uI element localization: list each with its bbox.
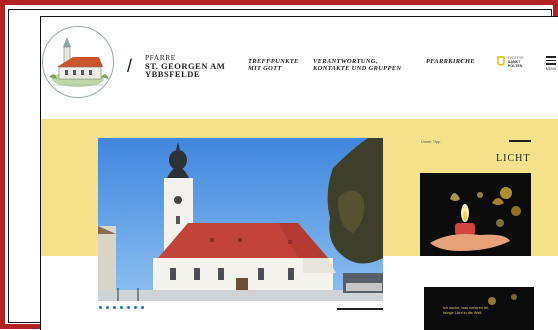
nav-label-line2: MIT GOTT — [248, 65, 282, 72]
slider-dot[interactable] — [120, 306, 123, 309]
nav-label-line1: PFARRKIRCHE — [426, 58, 475, 65]
aside-title[interactable]: LICHT — [496, 153, 530, 164]
church-drawing-icon — [44, 28, 112, 96]
menu-label: MENÜ — [545, 66, 557, 71]
diocese-mark-icon — [497, 56, 505, 66]
brand-line-3: YBBSFELDE — [145, 69, 201, 79]
nav-pfarrkirche[interactable]: PFARRKIRCHE — [426, 58, 475, 65]
nav-label-line1: VERANTWORTUNG, — [313, 58, 378, 65]
quote-card[interactable]: Ich suche, was verloren ist, bringe Lich… — [424, 287, 534, 330]
webpage: / PFARRE ST. GEORGEN AM YBBSFELDE TREFFP… — [40, 16, 558, 330]
slider-dot[interactable] — [134, 306, 137, 309]
slider-dot[interactable] — [106, 306, 109, 309]
hamburger-bar — [546, 59, 556, 62]
slider-dot[interactable] — [127, 306, 130, 309]
slider-progress-line — [337, 308, 383, 310]
slider-dot[interactable] — [99, 306, 102, 309]
aside-label: Unser Tipp — [421, 139, 441, 144]
slider-dot[interactable] — [141, 306, 144, 309]
candle-card[interactable] — [420, 173, 531, 256]
slider-dots — [99, 306, 144, 309]
parish-logo[interactable] — [42, 26, 114, 98]
nav-label-line1: TREFFPUNKTE — [248, 58, 299, 65]
diocese-line-3: PÖLTEN — [508, 64, 523, 68]
aside-divider — [509, 140, 531, 142]
hamburger-bar — [546, 63, 556, 65]
nav-verantwortung[interactable]: VERANTWORTUNG, KONTAKTE UND GRUPPEN — [313, 58, 401, 72]
menu-button[interactable]: MENÜ — [544, 56, 558, 71]
church-photo-image — [98, 138, 383, 301]
hero-church-photo[interactable] — [98, 138, 383, 301]
brand-divider: / — [127, 56, 133, 76]
nav-treffpunkte[interactable]: TREFFPUNKTE MIT GOTT — [248, 58, 299, 72]
quote-line-2: bringe Licht in die Welt. — [443, 311, 483, 315]
quote-caption: Ich suche, was verloren ist, bringe Lich… — [443, 306, 489, 316]
parish-title[interactable]: PFARRE ST. GEORGEN AM YBBSFELDE — [145, 54, 225, 79]
diocese-logo[interactable]: DIÖZESE SANKT PÖLTEN — [497, 56, 524, 68]
candle-hand-image — [420, 173, 531, 256]
diocese-text: DIÖZESE SANKT PÖLTEN — [508, 56, 524, 68]
slider-dot[interactable] — [113, 306, 116, 309]
nav-label-line2: KONTAKTE UND GRUPPEN — [313, 65, 402, 72]
hamburger-icon — [546, 56, 556, 58]
